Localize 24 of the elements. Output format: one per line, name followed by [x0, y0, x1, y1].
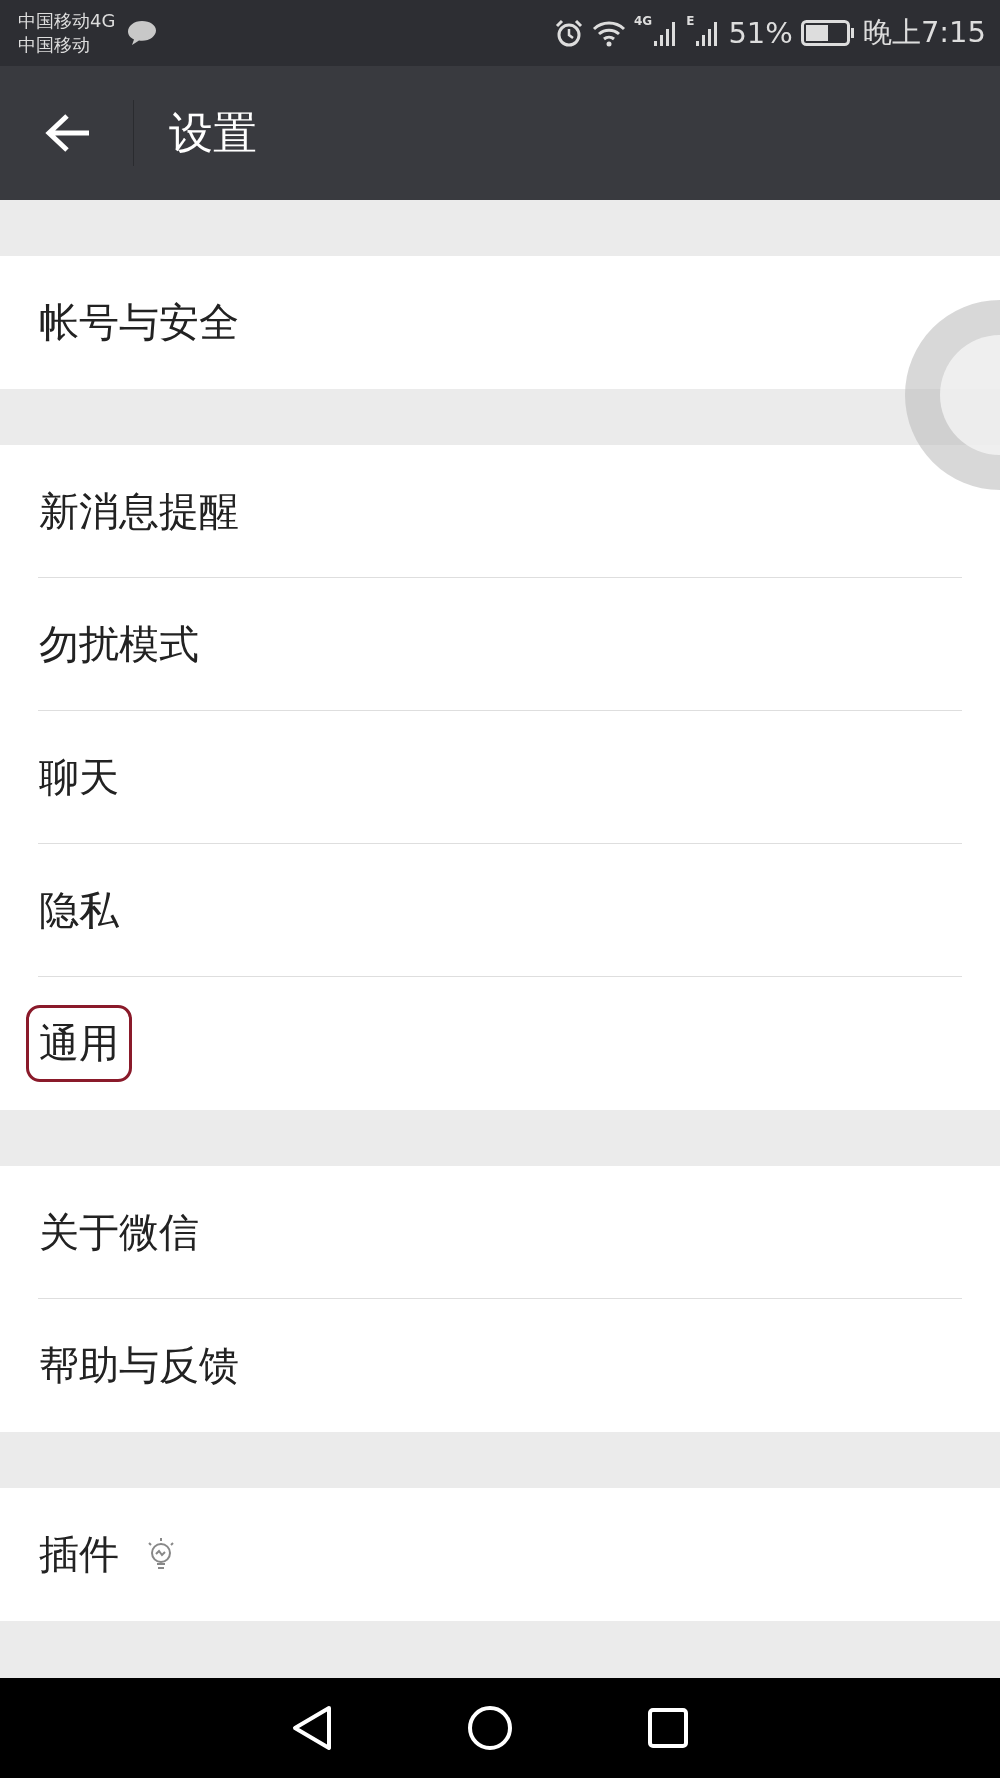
wifi-icon [592, 19, 626, 47]
carrier-name: 中国移动4G [18, 9, 116, 33]
settings-item[interactable]: 帐号与安全 [26, 284, 252, 361]
network-type: 4G [634, 14, 653, 28]
settings-item[interactable]: 通用 [26, 1005, 132, 1082]
chat-bubble-icon [127, 19, 158, 47]
settings-item[interactable]: 插件 [26, 1516, 132, 1593]
clock: 晚上7:15 [862, 14, 986, 51]
carrier-name: 中国移动 [18, 33, 91, 57]
home-circle-icon[interactable] [467, 1705, 513, 1751]
settings-item[interactable]: 隐私 [26, 871, 132, 949]
settings-item[interactable]: 聊天 [26, 738, 132, 816]
back-arrow-icon[interactable] [45, 113, 91, 153]
settings-item[interactable]: 新消息提醒 [26, 472, 252, 550]
page-title: 设置 [169, 105, 257, 160]
battery-percent: 51% [728, 16, 793, 50]
settings-item[interactable]: 帮助与反馈 [26, 1327, 252, 1404]
settings-item[interactable]: 关于微信 [26, 1193, 212, 1271]
back-triangle-icon[interactable] [291, 1705, 333, 1751]
settings-item[interactable]: 勿扰模式 [26, 605, 212, 683]
network-type: E [686, 14, 695, 28]
alarm-icon [554, 18, 584, 48]
recents-square-icon[interactable] [647, 1707, 689, 1749]
battery-icon [800, 20, 855, 46]
